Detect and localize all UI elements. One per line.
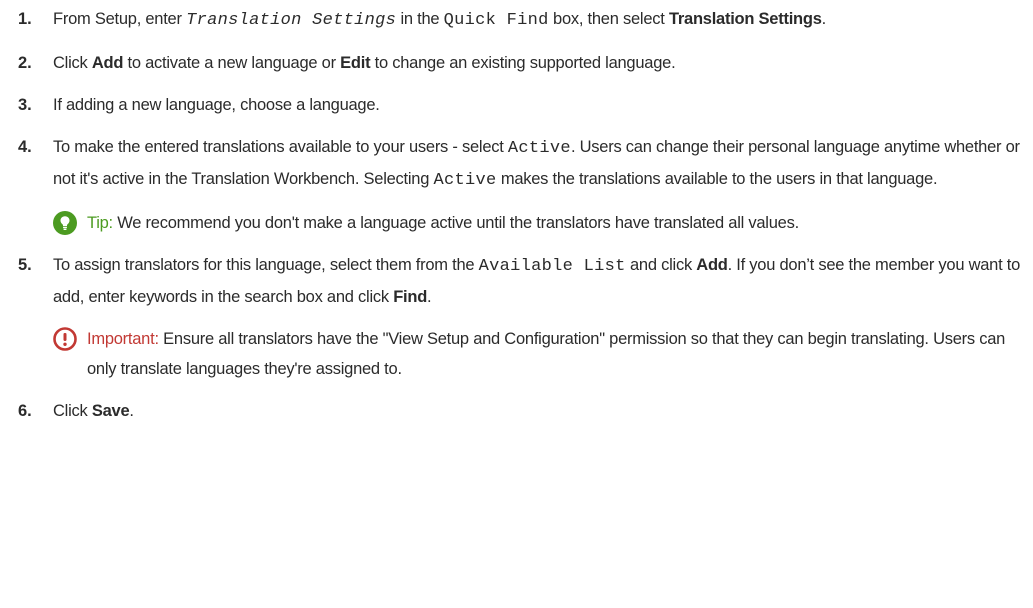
tip-note: Tip: We recommend you don't make a langu… <box>53 208 1025 238</box>
step-text: To make the entered translations availab… <box>53 138 1020 190</box>
tip-text: Tip: We recommend you don't make a langu… <box>87 214 799 232</box>
step-text: From Setup, enter Translation Settings i… <box>53 10 826 30</box>
step-1: 1. From Setup, enter Translation Setting… <box>18 4 1025 36</box>
lightbulb-icon <box>53 208 87 238</box>
code-text: Quick Find <box>443 11 549 30</box>
step-3: 3. If adding a new language, choose a la… <box>18 90 1025 120</box>
step-number: 1. <box>18 10 32 28</box>
important-text: Important: Ensure all translators have t… <box>87 330 1006 378</box>
ui-label: Find <box>393 288 428 306</box>
ui-label: Add <box>696 256 728 274</box>
step-text: If adding a new language, choose a langu… <box>53 96 380 114</box>
step-number: 5. <box>18 256 32 274</box>
tip-label: Tip: <box>87 214 113 232</box>
step-6: 6. Click Save. <box>18 396 1025 426</box>
code-text: Translation Settings <box>186 11 397 30</box>
ui-label: Add <box>91 54 124 72</box>
code-text: Active <box>507 139 571 158</box>
ui-label: Edit <box>340 54 371 72</box>
step-number: 3. <box>18 96 32 114</box>
step-text: Click Add to activate a new language or … <box>53 54 676 72</box>
step-5: 5. To assign translators for this langua… <box>18 250 1025 312</box>
exclamation-icon <box>53 324 87 354</box>
document-body: 1. From Setup, enter Translation Setting… <box>0 0 1033 426</box>
step-text: To assign translators for this language,… <box>53 256 1021 306</box>
step-2: 2. Click Add to activate a new language … <box>18 48 1025 78</box>
step-number: 2. <box>18 54 32 72</box>
code-text: Active <box>433 171 497 190</box>
ui-label: Translation Settings <box>668 10 822 28</box>
step-number: 4. <box>18 138 32 156</box>
important-label: Important: <box>87 330 159 348</box>
step-4: 4. To make the entered translations avai… <box>18 132 1025 196</box>
code-text: Available List <box>478 257 626 276</box>
ui-label: Save <box>91 402 130 420</box>
step-number: 6. <box>18 402 32 420</box>
important-note: Important: Ensure all translators have t… <box>53 324 1025 384</box>
step-text: Click Save. <box>53 402 134 420</box>
